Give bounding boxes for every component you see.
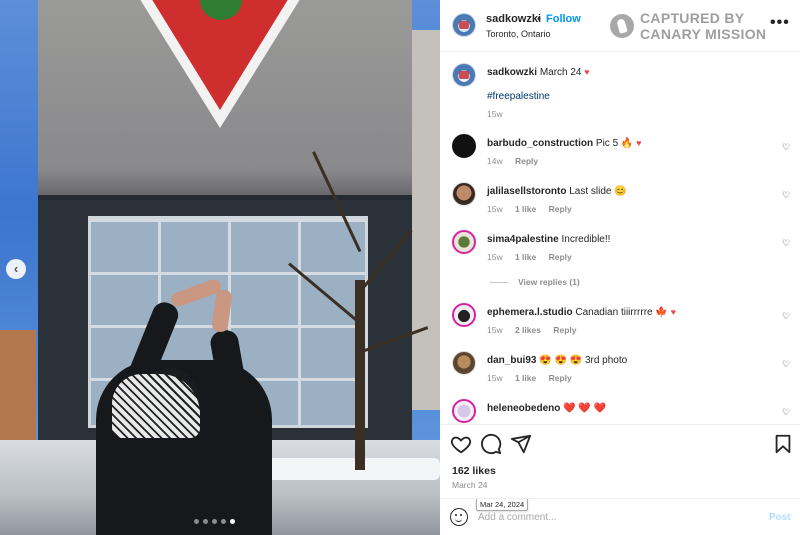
caption-meta: 15w [487, 109, 513, 119]
post-photo[interactable]: ‹ [0, 0, 440, 535]
carousel-prev-button[interactable]: ‹ [6, 259, 26, 279]
author-avatar[interactable] [452, 63, 476, 87]
comment-meta: 15w 1 like Reply [487, 204, 582, 214]
comment-line: barbudo_construction Pic 5 🔥 ♥ [487, 138, 642, 149]
commenter-avatar[interactable] [452, 182, 476, 206]
post-side-panel: sadkowzki • Follow Toronto, Ontario CAPT… [440, 0, 800, 535]
comment-line: heleneobedeno ❤️ ❤️ ❤️ [487, 403, 606, 414]
comment-text: ❤️ ❤️ ❤️ [563, 403, 607, 414]
comment-likes[interactable]: 1 like [515, 373, 536, 383]
post-location[interactable]: Toronto, Ontario [486, 29, 551, 39]
post-header: sadkowzki • Follow Toronto, Ontario CAPT… [440, 0, 800, 52]
post-comment-button[interactable]: Post [769, 512, 791, 523]
commenter-avatar[interactable] [452, 230, 476, 254]
commenter-avatar[interactable] [452, 303, 476, 327]
like-comment-heart-icon[interactable]: ♡ [781, 311, 791, 321]
comment-likes[interactable]: 2 likes [515, 325, 541, 335]
comment-text: Canadian tiiirrrrre 🍁 [575, 307, 668, 318]
comment-meta: 15w 2 likes Reply [487, 325, 587, 335]
comment-username[interactable]: barbudo_construction [487, 138, 593, 149]
comment-line: dan_bui93 😍 😍 😍 3rd photo [487, 355, 627, 366]
post-date[interactable]: March 24 [452, 480, 487, 490]
carousel-dot-active [230, 519, 235, 524]
comment-username[interactable]: ephemera.l.studio [487, 307, 573, 318]
caption-line: sadkowzki March 24 ♥ [487, 67, 590, 78]
watermark-line: CANARY MISSION [640, 26, 767, 42]
reply-button[interactable]: Reply [549, 373, 572, 383]
author-avatar[interactable] [452, 13, 476, 37]
save-bookmark-icon[interactable] [772, 433, 794, 455]
photo-keffiyeh [112, 374, 200, 438]
reply-button[interactable]: Reply [549, 204, 572, 214]
like-heart-icon[interactable] [450, 433, 472, 455]
comment-likes[interactable]: 1 like [515, 204, 536, 214]
comment-username[interactable]: heleneobedeno [487, 403, 560, 414]
caption-age: 15w [487, 109, 503, 119]
like-comment-heart-icon[interactable]: ♡ [781, 359, 791, 369]
caption-username[interactable]: sadkowzki [487, 67, 537, 78]
comment-line: jalilasellstoronto Last slide 😊 [487, 186, 627, 197]
watermark: CAPTURED BY CANARY MISSION [610, 10, 766, 42]
caption-date: March 24 [539, 67, 582, 78]
author-liked-heart-icon: ♥ [584, 67, 590, 77]
reply-button[interactable]: Reply [553, 325, 576, 335]
carousel-dot [203, 519, 208, 524]
comment-text: 😍 😍 😍 3rd photo [539, 355, 628, 366]
carousel-dot [194, 519, 199, 524]
comment-text: Last slide 😊 [569, 186, 627, 197]
reply-button[interactable]: Reply [549, 252, 572, 262]
canary-logo-icon [610, 14, 634, 38]
comment-text: Pic 5 🔥 [595, 138, 634, 149]
reply-button[interactable]: Reply [515, 156, 538, 166]
comment-age: 14w [487, 156, 503, 166]
comment-age: 15w [487, 373, 503, 383]
comment-age: 15w [487, 325, 503, 335]
like-comment-heart-icon[interactable]: ♡ [781, 190, 791, 200]
commenter-avatar[interactable] [452, 399, 476, 423]
comment-username[interactable]: dan_bui93 [487, 355, 536, 366]
comment-age: 15w [487, 204, 503, 214]
comment-likes[interactable]: 1 like [515, 252, 536, 262]
comment-age: 15w [487, 252, 503, 262]
carousel-dot [221, 519, 226, 524]
comment-meta: 15w 1 like Reply [487, 373, 582, 383]
photo-shadow [38, 170, 412, 200]
like-comment-heart-icon[interactable]: ♡ [781, 238, 791, 248]
like-comment-heart-icon[interactable]: ♡ [781, 142, 791, 152]
comment-bubble-icon[interactable] [480, 433, 502, 455]
emoji-icon[interactable] [450, 508, 468, 526]
comments-list[interactable]: sadkowzki March 24 ♥ #freepalestine 15w … [440, 53, 800, 423]
like-comment-heart-icon[interactable]: ♡ [781, 407, 791, 417]
photo-tree-trunk [355, 280, 365, 470]
comment-text: Incredible!! [561, 234, 611, 245]
author-liked-heart-icon: ♥ [636, 138, 642, 148]
caption-hashtag[interactable]: #freepalestine [487, 91, 550, 102]
commenter-avatar[interactable] [452, 351, 476, 375]
carousel-dot [212, 519, 217, 524]
share-paper-plane-icon[interactable] [510, 433, 532, 455]
watermark-text: CAPTURED BY CANARY MISSION [640, 10, 766, 42]
watermark-line: CAPTURED BY [640, 10, 745, 26]
header-separator: • [537, 13, 541, 25]
carousel-indicator [194, 519, 235, 524]
likes-count[interactable]: 162 likes [452, 465, 496, 477]
comment-line: sima4palestine Incredible!! [487, 234, 610, 245]
follow-button[interactable]: Follow [546, 13, 581, 25]
view-replies-button[interactable]: View replies (1) [490, 277, 580, 287]
comment-meta: 14w Reply [487, 156, 548, 166]
commenter-avatar[interactable] [452, 134, 476, 158]
comment-username[interactable]: jalilasellstoronto [487, 186, 566, 197]
author-liked-heart-icon: ♥ [670, 307, 676, 317]
comment-username[interactable]: sima4palestine [487, 234, 559, 245]
comment-composer: Post [440, 498, 800, 535]
more-options-icon[interactable]: ••• [770, 14, 790, 32]
comment-line: ephemera.l.studio Canadian tiiirrrrre 🍁 … [487, 307, 676, 318]
author-username[interactable]: sadkowzki [486, 13, 541, 25]
comment-meta: 15w 1 like Reply [487, 252, 582, 262]
comment-input[interactable] [478, 508, 758, 526]
photo-snow [250, 458, 440, 480]
